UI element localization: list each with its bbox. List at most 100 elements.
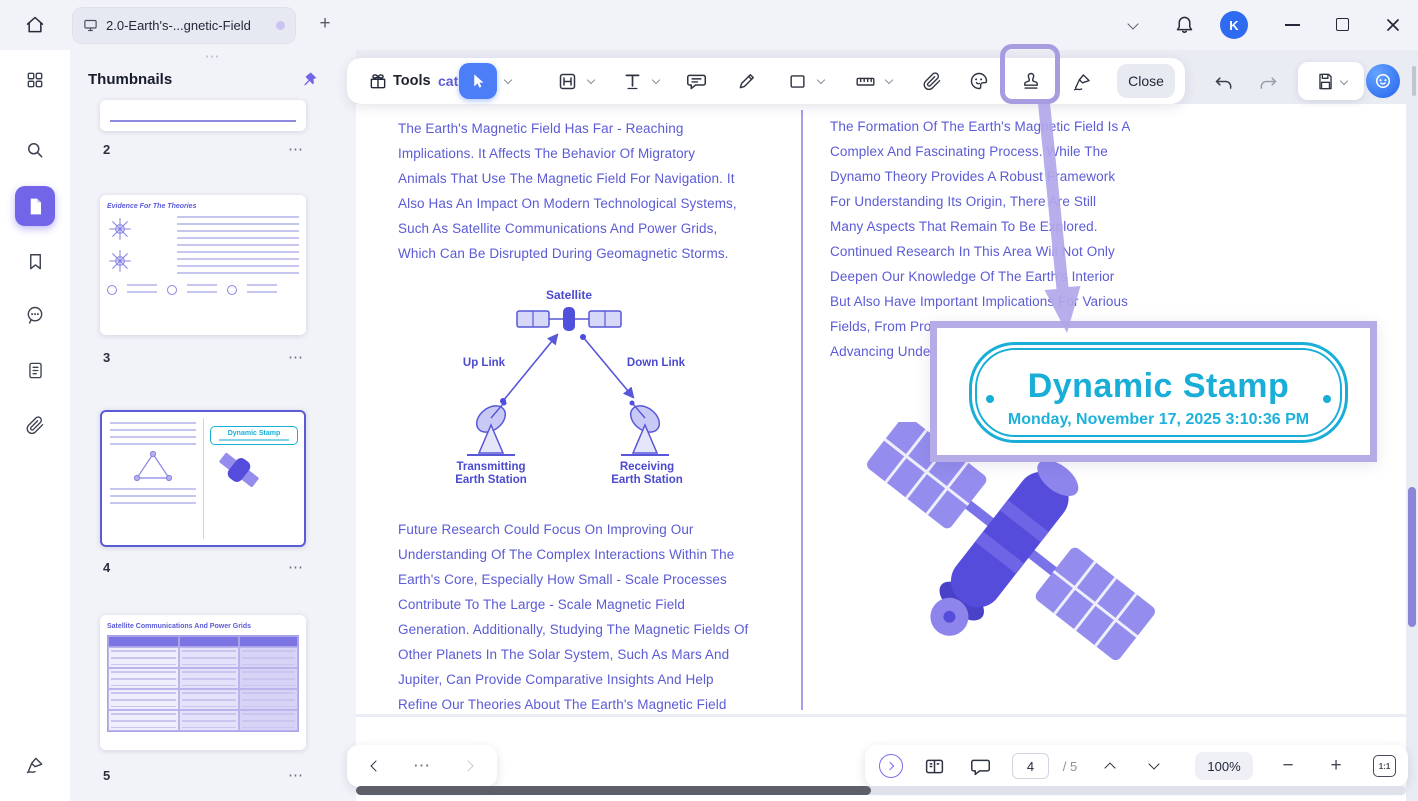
mini-stamp-title: Dynamic Stamp bbox=[213, 430, 295, 437]
zoom-out-button[interactable]: − bbox=[1273, 745, 1303, 787]
home-button[interactable] bbox=[17, 7, 53, 43]
close-toolbar-button[interactable]: Close bbox=[1117, 64, 1175, 98]
sidebar-item-signature[interactable] bbox=[15, 745, 55, 785]
thumbnail-page-3[interactable]: Evidence For The Theories bbox=[100, 195, 306, 335]
shape-tool-button[interactable] bbox=[780, 64, 814, 98]
sidebar-item-attachments[interactable] bbox=[15, 405, 55, 445]
signature-pen-icon bbox=[25, 755, 45, 775]
more-pages-button[interactable]: ⋯ bbox=[407, 745, 437, 787]
signature-tool-button[interactable] bbox=[1065, 64, 1099, 98]
fit-actual-size-button[interactable]: 1:1 bbox=[1373, 755, 1396, 777]
new-tab-button[interactable]: + bbox=[312, 11, 338, 37]
thumbnail-menu-button[interactable]: ⋯ bbox=[284, 140, 308, 158]
monitor-icon bbox=[83, 18, 98, 33]
save-dropdown[interactable] bbox=[1339, 77, 1347, 85]
window-close-button[interactable] bbox=[1385, 17, 1401, 33]
ruler-icon bbox=[855, 71, 876, 92]
zoom-in-button[interactable]: + bbox=[1321, 745, 1351, 787]
panel-drag-handle[interactable]: ⋯ bbox=[70, 50, 356, 64]
text-tool-button[interactable] bbox=[615, 64, 649, 98]
secondary-scrollbar-thumb[interactable] bbox=[1412, 66, 1416, 96]
page-total: / 5 bbox=[1055, 745, 1085, 787]
document-icon bbox=[26, 197, 45, 216]
comment-bubble-icon bbox=[686, 71, 707, 92]
highlight-tool-icon bbox=[557, 71, 578, 92]
page-number-input[interactable] bbox=[1012, 753, 1049, 779]
chevron-down-icon[interactable] bbox=[1127, 18, 1138, 29]
thumbnail-menu-button[interactable]: ⋯ bbox=[284, 348, 308, 366]
home-icon bbox=[25, 15, 45, 35]
tools-button[interactable] bbox=[361, 64, 395, 98]
expand-nav-button[interactable] bbox=[879, 754, 903, 778]
thumbnail-page-5[interactable]: Satellite Communications And Power Grids bbox=[100, 615, 306, 750]
select-tool-dropdown[interactable] bbox=[504, 76, 512, 84]
tab-title: 2.0-Earth's-...gnetic-Field bbox=[106, 18, 268, 33]
text-tool-dropdown[interactable] bbox=[652, 76, 660, 84]
attach-tool-button[interactable] bbox=[915, 64, 949, 98]
satellite-link-diagram: Satellite Up Link Down Link Transmitting… bbox=[391, 289, 751, 484]
left-rail bbox=[0, 50, 70, 801]
thumbnail-caption: Evidence For The Theories bbox=[107, 202, 299, 211]
thumbnail-page-2[interactable] bbox=[100, 100, 306, 131]
pencil-icon bbox=[737, 71, 757, 91]
diagram-label-transmitting: Transmitting Earth Station bbox=[449, 461, 533, 487]
paragraph: The Earth's Magnetic Field Has Far - Rea… bbox=[398, 116, 746, 266]
tab-close-button[interactable] bbox=[276, 21, 285, 30]
comments-panel-button[interactable] bbox=[963, 745, 997, 787]
ai-assistant-button[interactable] bbox=[1366, 64, 1400, 98]
nav-forward-button[interactable] bbox=[453, 745, 483, 787]
nav-back-button[interactable] bbox=[361, 745, 391, 787]
thumbnail-caption: Satellite Communications And Power Grids bbox=[107, 622, 299, 631]
previous-page-button[interactable] bbox=[1093, 745, 1127, 787]
sidebar-item-search[interactable] bbox=[15, 130, 55, 170]
bell-icon bbox=[1174, 13, 1195, 34]
save-button[interactable] bbox=[1298, 62, 1364, 100]
select-tool-button[interactable] bbox=[459, 63, 497, 99]
highlight-tool-button[interactable] bbox=[550, 64, 584, 98]
redo-button[interactable] bbox=[1250, 66, 1286, 102]
sidebar-item-comments[interactable] bbox=[15, 295, 55, 335]
document-tab[interactable]: 2.0-Earth's-...gnetic-Field bbox=[72, 7, 296, 44]
thumbnail-menu-button[interactable]: ⋯ bbox=[284, 558, 308, 576]
sidebar-item-pages[interactable] bbox=[15, 350, 55, 390]
notifications-button[interactable] bbox=[1174, 13, 1195, 34]
vertical-scrollbar-thumb[interactable] bbox=[1408, 487, 1416, 627]
sidebar-item-bookmarks[interactable] bbox=[15, 241, 55, 281]
horizontal-scrollbar-thumb[interactable] bbox=[356, 786, 871, 795]
measure-tool-button[interactable] bbox=[848, 64, 882, 98]
page-controls-bar: / 5 100% − + 1:1 bbox=[865, 745, 1408, 787]
sidebar-item-thumbnails[interactable] bbox=[15, 186, 55, 226]
shape-tool-dropdown[interactable] bbox=[817, 76, 825, 84]
mini-triangle-diagram bbox=[131, 450, 175, 484]
bookmark-icon bbox=[26, 252, 45, 271]
thumbnail-page-4[interactable]: Dynamic Stamp bbox=[100, 410, 306, 547]
maximize-button[interactable] bbox=[1336, 18, 1349, 31]
minimize-button[interactable] bbox=[1285, 24, 1300, 26]
avatar[interactable]: K bbox=[1220, 11, 1248, 39]
pin-button[interactable] bbox=[298, 69, 320, 91]
undo-button[interactable] bbox=[1206, 66, 1242, 102]
thumbnail-menu-button[interactable]: ⋯ bbox=[284, 766, 308, 784]
page-icon bbox=[26, 361, 45, 380]
tools-label[interactable]: Tools bbox=[393, 58, 431, 104]
measure-tool-dropdown[interactable] bbox=[885, 76, 893, 84]
stamp-border: Dynamic Stamp Monday, November 17, 2025 … bbox=[969, 342, 1348, 443]
sidebar-item-apps[interactable] bbox=[15, 60, 55, 100]
horizontal-scrollbar[interactable] bbox=[356, 786, 1406, 795]
rectangle-shape-icon bbox=[788, 72, 807, 91]
pencil-tool-button[interactable] bbox=[730, 64, 764, 98]
dynamic-stamp-annotation[interactable]: Dynamic Stamp Monday, November 17, 2025 … bbox=[930, 321, 1377, 462]
highlight-tool-dropdown[interactable] bbox=[587, 76, 595, 84]
zoom-level[interactable]: 100% bbox=[1195, 752, 1253, 780]
stamp-tool-highlight-box bbox=[1000, 44, 1060, 104]
mini-satellite bbox=[216, 451, 262, 489]
mini-diagram-icon bbox=[107, 248, 133, 274]
column-divider bbox=[801, 110, 803, 710]
reading-mode-button[interactable] bbox=[917, 745, 951, 787]
pin-icon bbox=[300, 71, 318, 89]
sticker-tool-button[interactable] bbox=[962, 64, 996, 98]
next-page-button[interactable] bbox=[1137, 745, 1171, 787]
comment-tool-button[interactable] bbox=[679, 64, 713, 98]
paperclip-icon bbox=[923, 72, 942, 91]
search-icon bbox=[25, 140, 45, 160]
